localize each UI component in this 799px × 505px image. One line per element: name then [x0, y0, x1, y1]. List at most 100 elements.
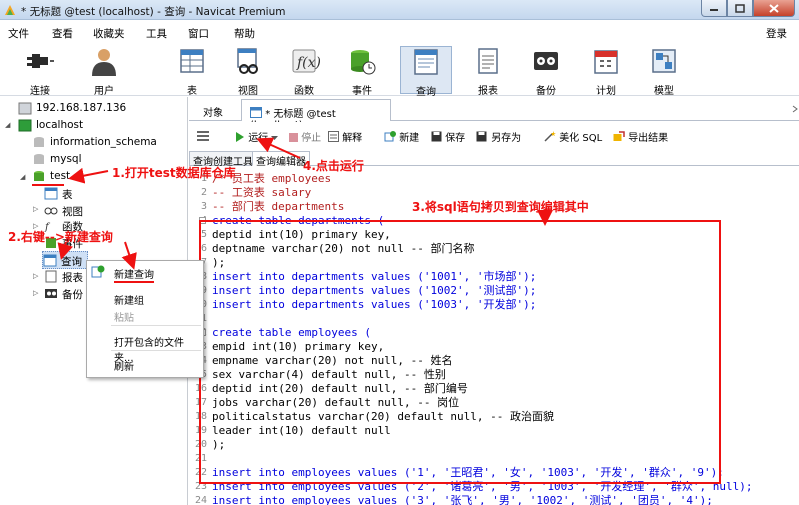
menu-tools[interactable]: 工具: [146, 26, 167, 41]
collapse-arrow-icon[interactable]: ▷: [33, 272, 38, 280]
report-icon: [478, 48, 498, 74]
schedule-button[interactable]: 计划: [580, 46, 632, 97]
expand-arrow-icon[interactable]: ◢: [20, 173, 25, 181]
event-icon: [351, 50, 376, 75]
tree-item-test[interactable]: test: [32, 168, 70, 186]
query-icon: [414, 49, 438, 75]
view-button[interactable]: 视图: [222, 46, 274, 97]
maximize-icon: [735, 3, 745, 13]
menu-separator: [111, 325, 201, 326]
query-tab-icon: [250, 107, 262, 118]
save-as-button[interactable]: 另存为: [476, 129, 521, 144]
svg-text:f(x): f(x): [296, 55, 320, 71]
query-label: 查询: [416, 87, 436, 98]
report-button[interactable]: 报表: [462, 46, 514, 97]
tree-item-queries[interactable]: 查询: [42, 251, 88, 269]
line-number: 2: [200, 187, 207, 198]
backup-button[interactable]: 备份: [520, 46, 572, 97]
view-icon: [237, 48, 258, 74]
event-button[interactable]: 事件: [336, 46, 388, 97]
magic-wand-icon: [544, 131, 556, 142]
stop-icon: [289, 133, 298, 142]
run-button[interactable]: 运行: [235, 129, 279, 144]
database-icon: [34, 137, 44, 147]
hamburger-menu-icon[interactable]: [197, 131, 209, 141]
menu-help[interactable]: 帮助: [234, 26, 255, 41]
tab-query[interactable]: * 无标题 @test (localhost) - ...: [241, 99, 391, 131]
menu-file[interactable]: 文件: [8, 26, 29, 41]
menu-paste[interactable]: 粘贴: [114, 309, 134, 324]
maximize-button[interactable]: [727, 0, 753, 17]
function-button[interactable]: f(x) 函数: [278, 46, 330, 97]
collapse-arrow-icon[interactable]: ▷: [33, 289, 38, 297]
user-label: 用户: [94, 86, 114, 97]
model-icon: [652, 49, 676, 73]
tab-objects[interactable]: 对象: [195, 99, 239, 121]
plug-icon: [27, 54, 54, 68]
navicat-logo-icon: [5, 5, 15, 15]
stop-button[interactable]: 停止: [289, 129, 321, 144]
menu-refresh[interactable]: 刷新: [114, 358, 134, 373]
context-menu: 新建查询 新建组 粘贴 打开包含的文件夹... 刷新: [86, 260, 204, 378]
code-line: -- 部门表 departments: [212, 200, 345, 213]
code-line: insert into employees values ('3', '张飞',…: [212, 494, 713, 505]
main-toolbar: 连接 用户 表 视图 f(x) 函数 事件 查询 报表 备份 计划 模型: [0, 42, 799, 98]
annotation-step-2: 2.右键-->新建查询: [8, 230, 113, 244]
table-button[interactable]: 表: [166, 46, 218, 97]
new-query-button[interactable]: 新建: [384, 129, 419, 144]
menu-view[interactable]: 查看: [52, 26, 73, 41]
title-bar: * 无标题 @test (localhost) - 查询 - Navicat P…: [0, 0, 799, 20]
expand-arrow-icon[interactable]: ◢: [5, 121, 10, 129]
query-icon: [43, 254, 57, 267]
code-line: -- 工资表 salary: [212, 186, 312, 199]
login-link[interactable]: 登录: [766, 26, 787, 41]
menu-favorites[interactable]: 收藏夹: [93, 26, 125, 41]
collapse-arrow-icon[interactable]: ▷: [33, 205, 38, 213]
function-label: 函数: [294, 86, 314, 97]
annotation-step-1: 1.打开test数据库仓库: [112, 166, 236, 180]
user-icon: [92, 49, 116, 76]
table-label: 表: [187, 86, 197, 97]
explain-button[interactable]: 解释: [328, 129, 362, 144]
minimize-icon: [710, 9, 718, 11]
query-subtabs: 查询创建工具 查询编辑器: [189, 150, 799, 168]
table-icon: [180, 49, 204, 73]
annotation-step-3: 3.将sql语句拷贝到查询编辑其中: [412, 200, 589, 214]
backup-label: 备份: [536, 86, 556, 97]
chevron-down-icon: [271, 136, 279, 140]
new-file-icon: [384, 131, 396, 142]
backup-icon: [534, 52, 558, 70]
table-icon: [44, 187, 58, 200]
database-icon: [34, 171, 44, 181]
menu-bar: 文件 查看 收藏夹 工具 窗口 帮助 登录: [0, 21, 799, 42]
save-icon: [431, 131, 442, 142]
report-label: 报表: [478, 86, 498, 97]
tab-query-editor[interactable]: 查询编辑器: [252, 151, 310, 168]
connect-button[interactable]: 连接: [14, 46, 66, 97]
export-result-button[interactable]: 导出结果: [613, 129, 668, 144]
annotation-step-4: 4.点击运行: [303, 159, 364, 173]
model-button[interactable]: 模型: [638, 46, 690, 97]
save-as-icon: [476, 131, 487, 142]
schedule-label: 计划: [596, 86, 616, 97]
new-query-icon: [91, 265, 105, 278]
tab-scroll-right[interactable]: [792, 97, 799, 121]
query-button[interactable]: 查询: [400, 46, 452, 98]
view-label: 视图: [238, 86, 258, 97]
menu-new-query[interactable]: 新建查询: [114, 266, 154, 283]
export-icon: [613, 131, 625, 141]
document-tabs: 对象 * 无标题 @test (localhost) - ...: [189, 97, 799, 131]
minimize-button[interactable]: [701, 0, 727, 17]
line-number: 3: [200, 201, 207, 212]
menu-new-group[interactable]: 新建组: [114, 292, 144, 307]
function-icon: f(x): [292, 49, 320, 73]
highlight-box: [199, 220, 721, 484]
save-button[interactable]: 保存: [431, 129, 465, 144]
close-button[interactable]: [753, 0, 795, 17]
report-icon: [45, 270, 57, 283]
menu-window[interactable]: 窗口: [188, 26, 209, 41]
server-icon: [18, 119, 32, 132]
menu-separator: [111, 350, 201, 351]
user-button[interactable]: 用户: [78, 46, 130, 97]
beautify-sql-button[interactable]: 美化 SQL: [544, 129, 602, 144]
